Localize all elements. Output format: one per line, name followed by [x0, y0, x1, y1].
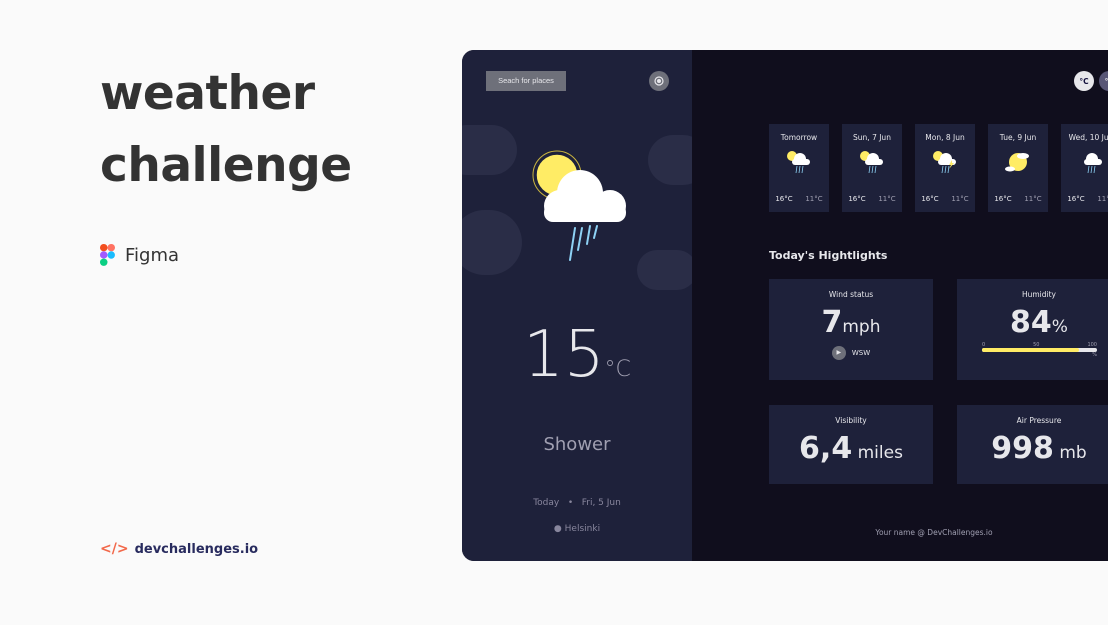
weather-app: Seach for places 15°C Shower Today • Fri… — [462, 50, 1108, 561]
scale-unit: % — [1092, 352, 1097, 358]
bg-cloud — [462, 125, 517, 175]
wind-status-card: Wind status 7mph ▶ WSW — [769, 279, 933, 380]
location-name: Helsinki — [564, 524, 601, 534]
card-value: 84% — [957, 305, 1108, 340]
wind-direction: ▶ WSW — [769, 346, 933, 360]
fahrenheit-button[interactable]: °F — [1099, 71, 1108, 91]
bg-cloud — [637, 250, 692, 290]
sleet-icon — [842, 142, 902, 182]
location: ● Helsinki — [462, 524, 692, 534]
card-value: 6,4 miles — [769, 431, 933, 466]
current-temperature: 15°C — [462, 318, 692, 392]
pressure-value: 998 — [991, 431, 1054, 466]
visibility-unit: miles — [852, 443, 903, 463]
forecast-temps: 16°C 11°C — [1061, 195, 1108, 203]
low-temp: 11°C — [1097, 195, 1108, 203]
figma-label: Figma — [100, 244, 179, 266]
page-title: weather challenge — [100, 58, 352, 202]
forecast-card: Mon, 8 Jun 16°C 11°C — [915, 124, 975, 212]
wind-unit: mph — [842, 317, 881, 337]
low-temp: 11°C — [1024, 195, 1042, 203]
search-places-button[interactable]: Seach for places — [486, 71, 566, 91]
navigation-icon: ▶ — [831, 346, 846, 360]
current-date: Today • Fri, 5 Jun — [462, 498, 692, 508]
bg-cloud — [648, 135, 692, 185]
bg-cloud — [462, 210, 522, 275]
visibility-card: Visibility 6,4 miles — [769, 405, 933, 484]
date-value: Fri, 5 Jun — [581, 498, 621, 508]
gps-icon — [654, 76, 664, 86]
title-line: challenge — [100, 138, 352, 193]
forecast-day: Tomorrow — [780, 133, 818, 142]
card-value: 7mph — [769, 305, 933, 340]
light-cloud-icon — [988, 142, 1048, 182]
code-icon: </> — [100, 541, 129, 557]
today-label: Today — [533, 498, 560, 508]
footer-credit: Your name @ DevChallenges.io — [875, 528, 993, 537]
forecast-card: Tue, 9 Jun 16°C 11°C — [988, 124, 1048, 212]
shower-icon — [1061, 142, 1108, 182]
celsius-button[interactable]: °C — [1074, 71, 1094, 91]
tool-name: Figma — [125, 244, 180, 266]
forecast-card: Tomorrow 16°C 11°C — [769, 124, 829, 212]
card-label: Wind status — [828, 290, 874, 299]
weather-condition: Shower — [543, 434, 611, 455]
current-location-button[interactable] — [649, 71, 669, 91]
forecast-temps: 16°C 11°C — [915, 195, 975, 203]
air-pressure-card: Air Pressure 998 mb — [957, 405, 1108, 484]
title-line: weather — [100, 66, 315, 121]
forecast-temps: 16°C 11°C — [842, 195, 902, 203]
direction-label: WSW — [851, 349, 871, 357]
wind-value: 7 — [821, 305, 843, 340]
separator: • — [567, 498, 574, 508]
high-temp: 16°C — [921, 195, 939, 203]
sidebar: Seach for places 15°C Shower Today • Fri… — [462, 50, 692, 561]
humidity-unit: % — [1051, 317, 1068, 337]
visibility-value: 6,4 — [799, 431, 853, 466]
temperature-value: 15 — [523, 318, 605, 392]
scale-label: 0 — [982, 342, 986, 348]
forecast-card: Wed, 10 Jun 16°C 11°C — [1061, 124, 1108, 212]
humidity-bar: 0 50 100 % — [982, 342, 1097, 360]
humidity-card: Humidity 84% 0 50 100 % — [957, 279, 1108, 380]
forecast-day: Tue, 9 Jun — [999, 133, 1037, 142]
high-temp: 16°C — [1067, 195, 1085, 203]
forecast-day: Sun, 7 Jun — [853, 133, 891, 142]
pressure-unit: mb — [1053, 443, 1087, 463]
card-label: Visibility — [835, 416, 867, 425]
humidity-value: 84 — [1010, 305, 1052, 340]
forecast-temps: 16°C 11°C — [769, 195, 829, 203]
high-temp: 16°C — [994, 195, 1012, 203]
forecast-day: Wed, 10 Jun — [1068, 133, 1108, 142]
low-temp: 11°C — [951, 195, 969, 203]
high-temp: 16°C — [775, 195, 793, 203]
scale-label: 100 — [1087, 342, 1097, 348]
map-pin-icon: ● — [553, 524, 562, 534]
devchallenges-logo[interactable]: </> devchallenges.io — [100, 541, 258, 557]
brand-name: devchallenges.io — [134, 541, 259, 557]
temperature-unit: °C — [604, 357, 631, 382]
card-label: Air Pressure — [1016, 416, 1062, 425]
card-value: 998 mb — [957, 431, 1108, 466]
low-temp: 11°C — [878, 195, 896, 203]
forecast-temps: 16°C 11°C — [988, 195, 1048, 203]
figma-logo-icon — [100, 244, 115, 266]
thunderstorm-icon — [915, 142, 975, 182]
shower-weather-icon — [532, 150, 626, 261]
high-temp: 16°C — [848, 195, 866, 203]
forecast-card: Sun, 7 Jun 16°C 11°C — [842, 124, 902, 212]
forecast-day: Mon, 8 Jun — [925, 133, 965, 142]
card-label: Humidity — [1021, 290, 1056, 299]
sleet-icon — [769, 142, 829, 182]
scale-label: 50 — [1033, 342, 1040, 348]
highlights-title: Today's Hightlights — [769, 249, 888, 262]
low-temp: 11°C — [805, 195, 823, 203]
